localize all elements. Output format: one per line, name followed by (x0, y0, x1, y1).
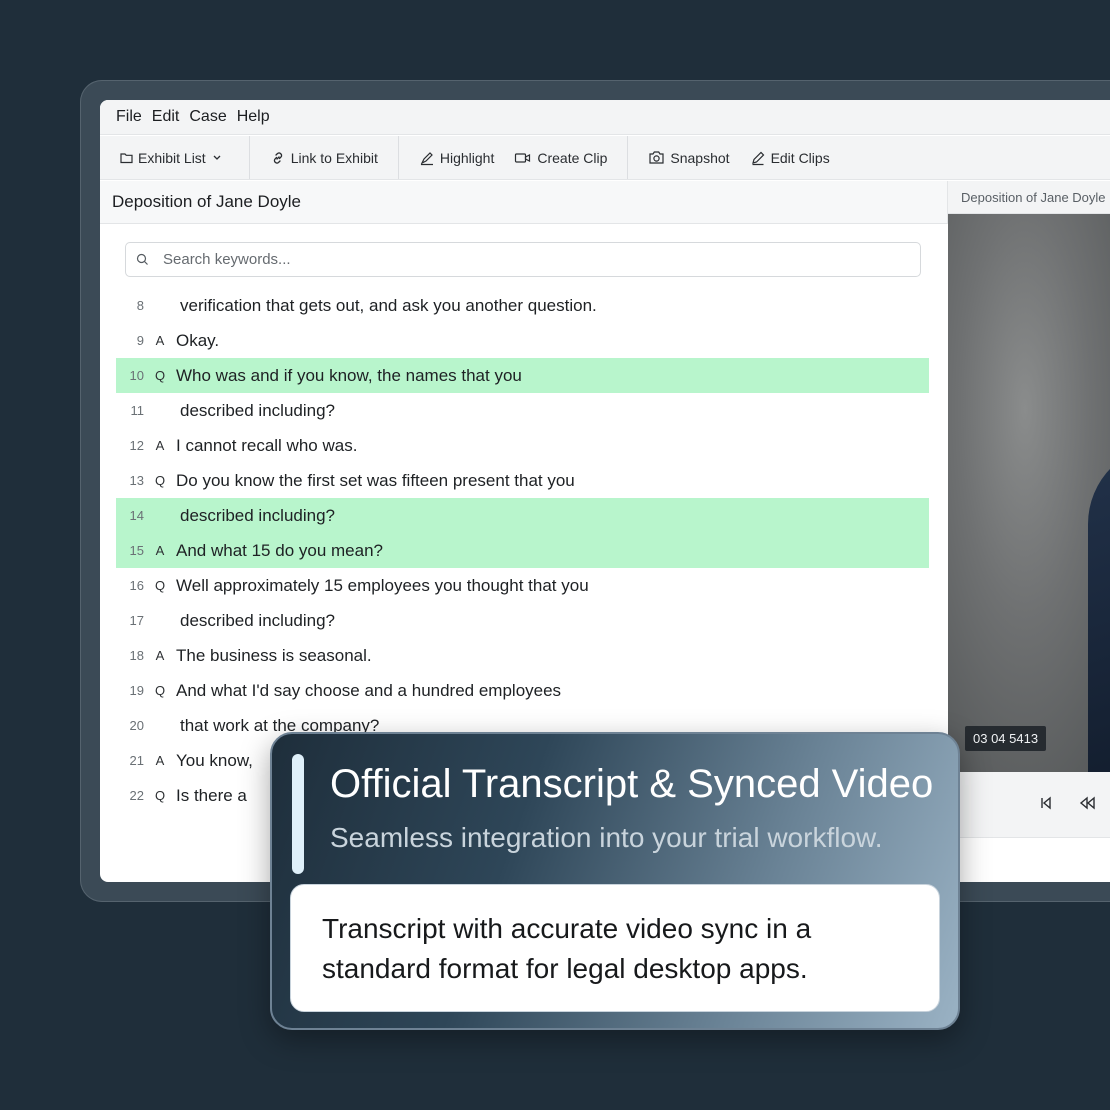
snapshot-label: Snapshot (670, 149, 730, 166)
line-text: I cannot recall who was. (176, 435, 358, 455)
line-text: And what 15 do you mean? (176, 540, 383, 560)
menu-help[interactable]: Help (237, 108, 270, 126)
line-number: 8 (136, 298, 144, 313)
highlight-button[interactable]: Highlight (409, 150, 504, 166)
accent-bar (292, 754, 304, 874)
video-panel: Deposition of Jane Doyle 03 04 5413 (948, 181, 1110, 882)
line-text: described including? (180, 400, 335, 420)
line-number: 16 (129, 578, 144, 593)
callout-body: Transcript with accurate video sync in a… (290, 884, 940, 1012)
toolbar-group-exhibit: Exhibit List (100, 136, 250, 179)
speaker-label: A (155, 333, 165, 348)
folder-icon (120, 152, 133, 163)
line-number: 19 (129, 683, 144, 698)
search-icon (136, 253, 148, 265)
camera-icon (649, 151, 664, 164)
create-clip-label: Create Clip (537, 149, 608, 166)
transcript-line[interactable]: 15 A And what 15 do you mean? (116, 533, 929, 568)
line-number: 11 (130, 403, 145, 418)
toolbar-group-annotate: Highlight Create Clip (399, 136, 629, 179)
line-text: verification that gets out, and ask you … (180, 295, 597, 315)
transcript-line[interactable]: 14 described including? (116, 498, 929, 533)
witness-video-frame (1088, 444, 1110, 772)
pencil-icon (751, 151, 764, 165)
edit-clips-button[interactable]: Edit Clips (740, 150, 840, 166)
transcript-line[interactable]: 17 described including? (116, 603, 929, 638)
line-number: 14 (129, 508, 144, 523)
menu-bar: File Edit Case Help (100, 100, 1110, 135)
exhibit-list-label: Exhibit List (138, 149, 206, 166)
speaker-label: A (155, 648, 165, 663)
line-number: 15 (129, 543, 144, 558)
transcript-line[interactable]: 11 described including? (116, 393, 929, 428)
timecode-display: 03 04 5413 (965, 726, 1047, 751)
line-text: Do you know the first set was fifteen pr… (176, 470, 575, 490)
exhibit-list-dropdown[interactable]: Exhibit List (110, 150, 239, 166)
snapshot-button[interactable]: Snapshot (638, 150, 739, 166)
speaker-label: A (155, 543, 165, 558)
speaker-label: Q (154, 368, 166, 383)
line-text: Is there a (176, 785, 247, 805)
transcript-line[interactable]: 12 A I cannot recall who was. (116, 428, 929, 463)
line-number: 9 (136, 333, 144, 348)
menu-edit[interactable]: Edit (152, 108, 180, 126)
feature-callout: Official Transcript & Synced Video Seaml… (270, 732, 960, 1030)
line-text: Okay. (176, 330, 220, 350)
skip-to-start-icon[interactable] (1039, 796, 1053, 810)
line-number: 21 (129, 753, 144, 768)
line-number: 10 (129, 368, 144, 383)
speaker-label: A (155, 753, 165, 768)
search-box (125, 242, 921, 277)
line-text: described including? (180, 610, 335, 630)
transcript-line[interactable]: 10 Q Who was and if you know, the names th… (116, 358, 929, 393)
speaker-label: Q (154, 473, 166, 488)
highlighter-icon (420, 151, 433, 165)
transcript-line[interactable]: 8 verification that gets out, and ask you… (116, 288, 929, 323)
toolbar: Exhibit List Link to Exhibit Highlight C… (100, 136, 1110, 180)
search-input[interactable] (161, 250, 885, 269)
line-number: 12 (129, 438, 144, 453)
speaker-label: Q (154, 788, 166, 803)
callout-title: Official Transcript & Synced Video (330, 762, 934, 806)
menu-file[interactable]: File (116, 108, 142, 126)
line-text: Well approximately 15 employees you thou… (176, 575, 589, 595)
line-text: The business is seasonal. (176, 645, 372, 665)
transcript-line[interactable]: 19 Q And what I'd say choose and a hundred… (116, 673, 929, 708)
speaker-label: Q (154, 683, 166, 698)
line-text: You know, (176, 750, 253, 770)
video-camera-icon (515, 152, 531, 163)
chevron-down-icon (213, 155, 221, 160)
link-to-exhibit-label: Link to Exhibit (290, 149, 378, 166)
transcript-line[interactable]: 18 A The business is seasonal. (116, 638, 929, 673)
toolbar-group-link: Link to Exhibit (250, 136, 399, 179)
transcript-line[interactable]: 9 A Okay. (116, 323, 929, 358)
document-title: Deposition of Jane Doyle (100, 181, 948, 224)
transcript-line[interactable]: 16 Q Well approximately 15 employees you t… (116, 568, 929, 603)
line-text: And what I'd say choose and a hundred em… (176, 680, 562, 700)
edit-clips-label: Edit Clips (770, 149, 830, 166)
line-number: 20 (129, 718, 144, 733)
line-text: described including? (180, 505, 335, 525)
video-controls (948, 772, 1110, 838)
line-number: 17 (129, 613, 144, 628)
link-icon (273, 151, 282, 164)
toolbar-group-media: Snapshot Edit Clips (628, 136, 849, 179)
video-title: Deposition of Jane Doyle (948, 181, 1110, 214)
speaker-label: A (155, 438, 165, 453)
line-number: 18 (129, 648, 144, 663)
link-to-exhibit-button[interactable]: Link to Exhibit (260, 150, 388, 166)
transcript-line[interactable]: 13 Q Do you know the first set was fifteen… (116, 463, 929, 498)
line-number: 22 (129, 788, 144, 803)
create-clip-button[interactable]: Create Clip (504, 150, 617, 166)
highlight-label: Highlight (439, 149, 495, 166)
callout-subtitle: Seamless integration into your trial wor… (330, 822, 883, 853)
rewind-icon[interactable] (1078, 796, 1096, 810)
line-number: 13 (129, 473, 144, 488)
video-player[interactable]: 03 04 5413 (948, 214, 1110, 772)
line-text: Who was and if you know, the names that … (176, 365, 522, 385)
menu-case[interactable]: Case (189, 108, 226, 126)
speaker-label: Q (154, 578, 166, 593)
